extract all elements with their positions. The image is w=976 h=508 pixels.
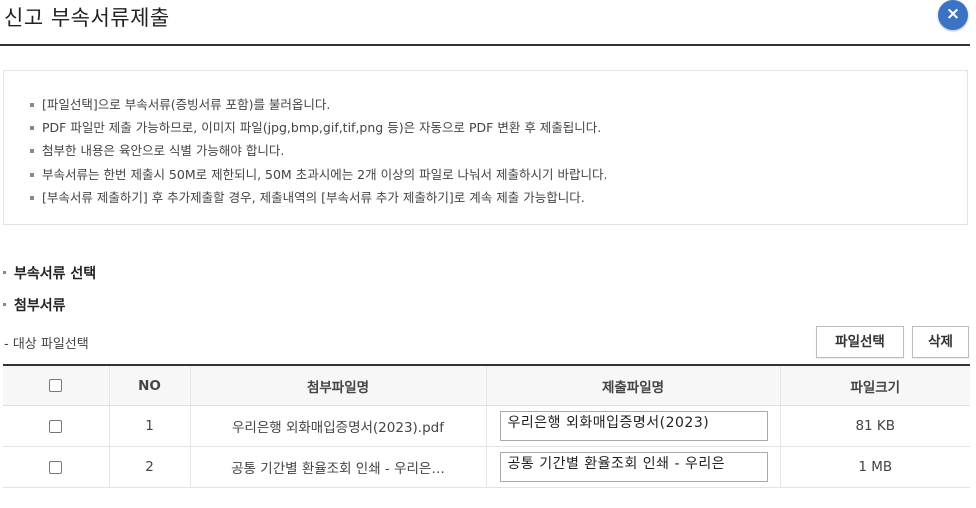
row-size: 1 MB <box>779 446 970 488</box>
close-icon[interactable]: × <box>938 0 968 30</box>
row-submit-cell: 우리은행 외화매입증명서(2023) <box>485 405 780 447</box>
row-checkbox-cell <box>3 405 109 447</box>
row-attach-name: 공통 기간별 환율조회 인쇄 - 우리은… <box>189 446 486 488</box>
row-size: 81 KB <box>779 405 970 447</box>
select-all-cell <box>3 364 109 406</box>
row-attach-name: 우리은행 외화매입증명서(2023).pdf <box>189 405 486 447</box>
header-submit-name: 제출파일명 <box>485 364 780 406</box>
header-size: 파일크기 <box>779 364 970 406</box>
row-no: 2 <box>108 446 190 488</box>
select-file-button[interactable]: 파일선택 <box>816 326 904 358</box>
attachment-table: NO 첨부파일명 제출파일명 파일크기 1 우리은행 외화매입증명서(2023)… <box>3 364 970 488</box>
submit-name-input[interactable]: 공통 기간별 환율조회 인쇄 - 우리은 <box>499 452 768 482</box>
notice-list: [파일선택]으로 부속서류(증빙서류 포함)를 불러옵니다. PDF 파일만 제… <box>4 71 967 209</box>
table-row: 1 우리은행 외화매입증명서(2023).pdf 우리은행 외화매입증명서(20… <box>3 405 970 447</box>
row-checkbox[interactable] <box>49 460 63 474</box>
dialog-header: 신고 부속서류제출 × <box>0 0 970 46</box>
select-all-checkbox[interactable] <box>49 379 63 392</box>
table-header-row: NO 첨부파일명 제출파일명 파일크기 <box>3 364 970 406</box>
dialog-title: 신고 부속서류제출 <box>4 6 170 30</box>
notice-item: 첨부한 내용은 육안으로 식별 가능해야 합니다. <box>28 139 967 162</box>
section-title-attach: 첨부서류 <box>3 295 66 315</box>
notice-item: 부속서류는 한번 제출시 50M로 제한되니, 50M 초과시에는 2개 이상의… <box>28 163 967 186</box>
header-no: NO <box>108 364 190 406</box>
notice-item: [파일선택]으로 부속서류(증빙서류 포함)를 불러옵니다. <box>28 93 967 116</box>
notice-item: PDF 파일만 제출 가능하므로, 이미지 파일(jpg,bmp,gif,tif… <box>28 116 967 139</box>
submit-name-input[interactable]: 우리은행 외화매입증명서(2023) <box>499 411 768 441</box>
table-row: 2 공통 기간별 환율조회 인쇄 - 우리은… 공통 기간별 환율조회 인쇄 -… <box>3 446 970 488</box>
delete-button[interactable]: 삭제 <box>912 326 969 358</box>
section-title-select: 부속서류 선택 <box>2 263 96 283</box>
row-no: 1 <box>108 405 190 447</box>
row-checkbox[interactable] <box>49 419 63 433</box>
header-attach-name: 첨부파일명 <box>189 364 486 406</box>
notice-item: [부속서류 제출하기] 후 추가제출할 경우, 제출내역의 [부속서류 추가 제… <box>28 186 967 209</box>
notice-box: [파일선택]으로 부속서류(증빙서류 포함)를 불러옵니다. PDF 파일만 제… <box>3 70 968 225</box>
target-file-label: - 대상 파일선택 <box>4 337 89 352</box>
row-checkbox-cell <box>3 446 109 488</box>
row-submit-cell: 공통 기간별 환율조회 인쇄 - 우리은 <box>485 446 780 488</box>
